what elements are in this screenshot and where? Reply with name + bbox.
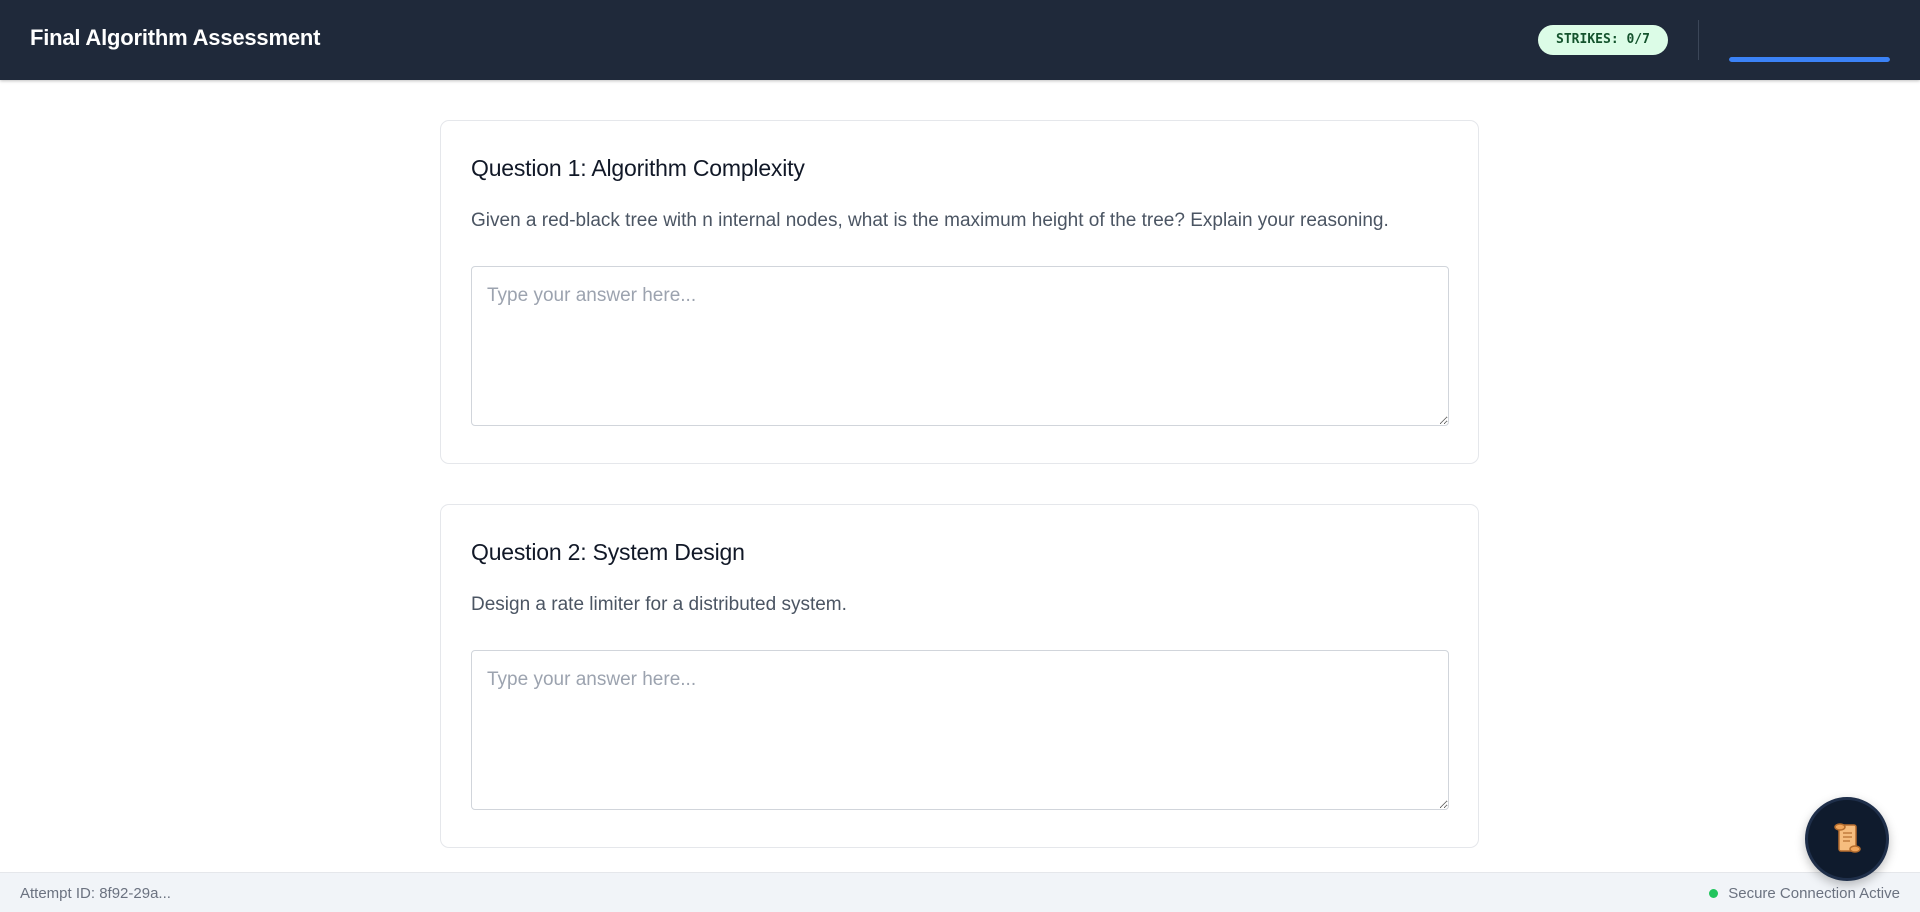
top-header: Final Algorithm Assessment STRIKES: 0/7 (0, 0, 1920, 80)
answer-textarea[interactable] (471, 650, 1449, 810)
progress-bar (1729, 57, 1890, 62)
header-divider (1698, 20, 1699, 60)
status-dot-icon (1709, 889, 1719, 898)
answer-textarea[interactable] (471, 266, 1449, 426)
attempt-id: Attempt ID: 8f92-29a... (20, 885, 171, 902)
progress-fill (1729, 57, 1890, 62)
connection-status-label: Secure Connection Active (1728, 885, 1900, 902)
page-title: Final Algorithm Assessment (30, 25, 321, 50)
scroll-fab-button[interactable] (1805, 797, 1889, 881)
strikes-badge: STRIKES: 0/7 (1538, 25, 1668, 55)
connection-status: Secure Connection Active (1709, 885, 1900, 902)
question-title: Question 2: System Design (471, 539, 745, 565)
scroll-icon (1832, 821, 1862, 858)
question-text: Given a red-black tree with n internal n… (471, 210, 1389, 231)
question-card: Question 1: Algorithm Complexity Given a… (440, 120, 1479, 464)
question-title: Question 1: Algorithm Complexity (471, 155, 805, 181)
question-text: Design a rate limiter for a distributed … (471, 594, 847, 615)
status-footer: Attempt ID: 8f92-29a... Secure Connectio… (0, 872, 1920, 912)
question-card: Question 2: System Design Design a rate … (440, 504, 1479, 848)
